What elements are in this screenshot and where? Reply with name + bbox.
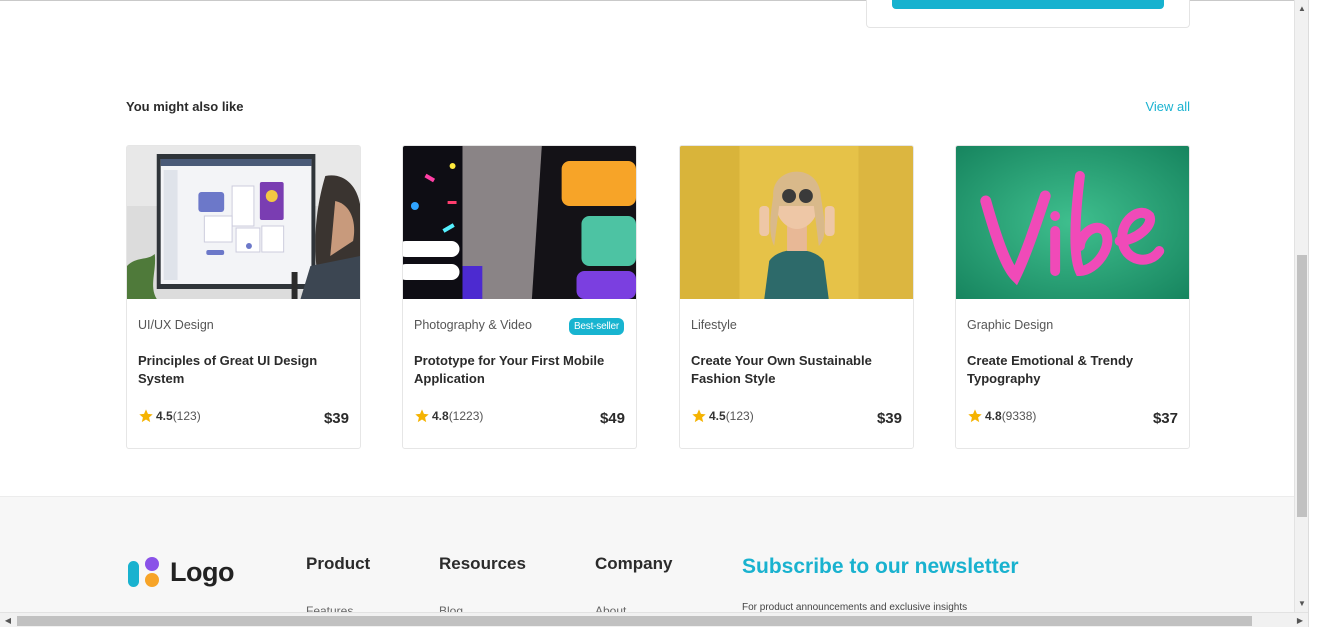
course-card[interactable]: UI/UX Design Principles of Great UI Desi… [126, 145, 361, 449]
course-rating: 4.5 (123) [691, 408, 754, 424]
course-price: $49 [599, 410, 625, 427]
course-thumbnail [127, 146, 360, 299]
review-count: (123) [172, 409, 201, 423]
star-icon [968, 409, 982, 423]
best-seller-badge: Best-seller [568, 318, 624, 335]
purchase-button[interactable] [892, 0, 1164, 9]
course-title[interactable]: Create Your Own Sustainable Fashion Styl… [691, 352, 891, 388]
vertical-scrollbar[interactable]: ▲ ▼ [1294, 0, 1308, 612]
window-right-edge [1308, 0, 1320, 627]
star-icon [139, 409, 153, 423]
course-cards: UI/UX Design Principles of Great UI Desi… [126, 145, 1190, 449]
section-title: You might also like [126, 99, 244, 114]
course-thumbnail [956, 146, 1189, 299]
footer-resources-heading: Resources [439, 554, 526, 573]
rating-value: 4.5 [709, 409, 726, 423]
newsletter-title: Subscribe to our newsletter [742, 555, 1019, 578]
rating-value: 4.8 [432, 409, 449, 423]
course-title[interactable]: Create Emotional & Trendy Typography [967, 352, 1167, 388]
course-price: $37 [1152, 410, 1178, 427]
review-count: (123) [725, 409, 754, 423]
star-icon [692, 409, 706, 423]
arrow-right-icon[interactable]: ▶ [1292, 613, 1308, 627]
course-thumbnail [403, 146, 636, 299]
course-card[interactable]: Graphic Design Create Emotional & Trendy… [955, 145, 1190, 449]
course-category: Photography & Video [414, 318, 532, 332]
arrow-down-icon[interactable]: ▼ [1295, 595, 1309, 612]
footer-company-heading: Company [595, 554, 673, 573]
course-card[interactable]: Photography & Video Best-seller Prototyp… [402, 145, 637, 449]
star-icon [415, 409, 429, 423]
arrow-up-icon[interactable]: ▲ [1295, 0, 1309, 17]
course-title[interactable]: Prototype for Your First Mobile Applicat… [414, 352, 614, 388]
course-rating: 4.5 (123) [138, 408, 201, 424]
course-thumbnail [680, 146, 913, 299]
rating-value: 4.5 [156, 409, 173, 423]
course-price: $39 [323, 410, 349, 427]
course-rating: 4.8 (9338) [967, 408, 1036, 424]
course-category: Lifestyle [691, 318, 737, 332]
course-category: UI/UX Design [138, 318, 214, 332]
footer-logo[interactable]: Logo [128, 555, 234, 589]
logo-text: Logo [170, 556, 234, 587]
course-rating: 4.8 (1223) [414, 408, 483, 424]
purchase-widget [866, 0, 1190, 28]
view-all-link[interactable]: View all [1145, 99, 1190, 114]
course-price: $39 [876, 410, 902, 427]
rating-value: 4.8 [985, 409, 1002, 423]
logo-mark-icon [128, 557, 159, 587]
vertical-scroll-thumb[interactable] [1297, 255, 1307, 517]
horizontal-scrollbar[interactable]: ◀ ▶ [0, 612, 1308, 627]
footer-product-heading: Product [306, 554, 371, 573]
horizontal-scroll-thumb[interactable] [17, 616, 1252, 626]
course-title[interactable]: Principles of Great UI Design System [138, 352, 338, 388]
course-category: Graphic Design [967, 318, 1054, 332]
course-card[interactable]: Lifestyle Create Your Own Sustainable Fa… [679, 145, 914, 449]
review-count: (9338) [1001, 409, 1037, 423]
arrow-left-icon[interactable]: ◀ [0, 613, 16, 627]
site-footer: Logo Product Features Resources Blog Com… [0, 496, 1294, 627]
review-count: (1223) [448, 409, 484, 423]
